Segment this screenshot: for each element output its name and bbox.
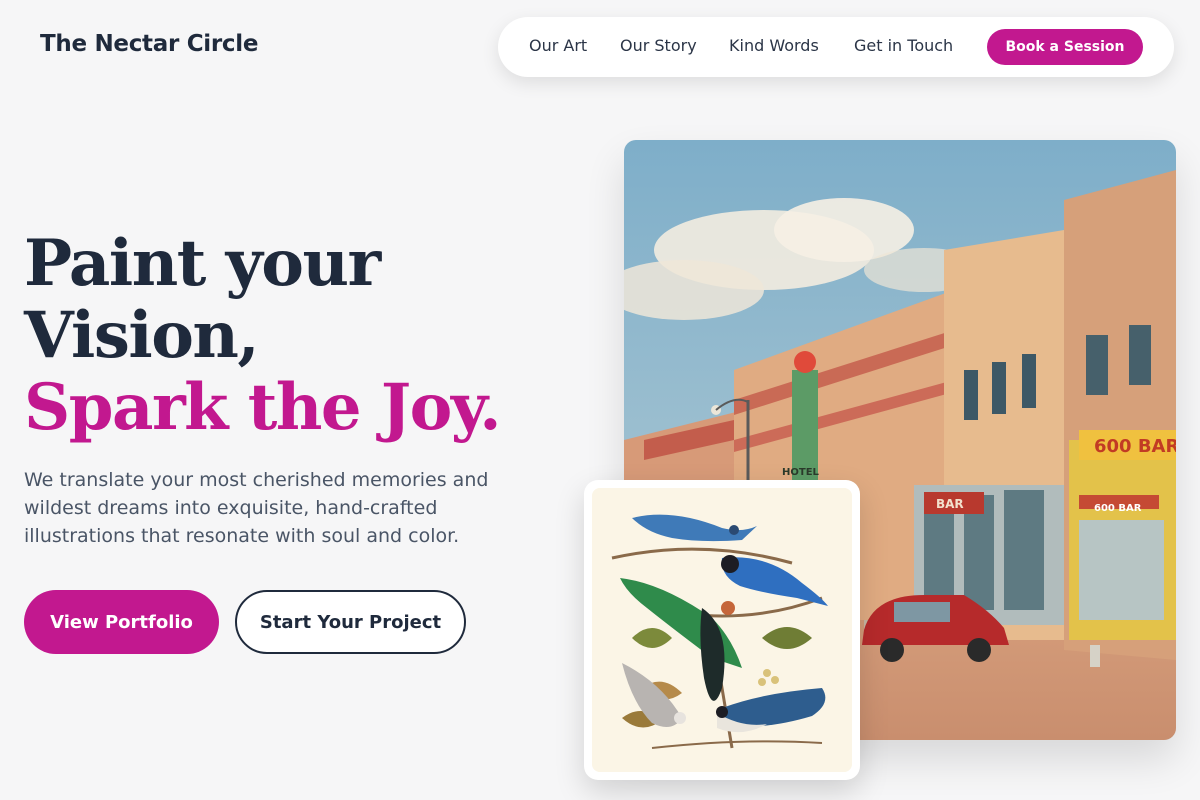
view-portfolio-button[interactable]: View Portfolio bbox=[24, 590, 219, 654]
bird-illustration bbox=[592, 488, 852, 772]
bird-illustration-card bbox=[584, 480, 860, 780]
main-nav: Our Art Our Story Kind Words Get in Touc… bbox=[498, 17, 1174, 77]
headline-accent: Spark the Joy. bbox=[24, 370, 501, 445]
sign-bar: BAR bbox=[936, 497, 964, 511]
sign-hotel: HOTEL bbox=[782, 467, 820, 478]
nav-link-get-in-touch[interactable]: Get in Touch bbox=[854, 36, 953, 55]
sign-600-bar-small: 600 BAR bbox=[1094, 503, 1142, 514]
sign-600-bar: 600 BAR bbox=[1094, 436, 1176, 457]
headline-line-2: Vision, bbox=[24, 298, 260, 373]
brand-logo[interactable]: The Nectar Circle bbox=[40, 31, 258, 57]
hero-headline: Paint your Vision, Spark the Joy. bbox=[24, 226, 501, 445]
start-project-button[interactable]: Start Your Project bbox=[235, 590, 466, 654]
nav-link-our-art[interactable]: Our Art bbox=[529, 36, 587, 55]
hero-lead-text: We translate your most cherished memorie… bbox=[24, 469, 489, 547]
nav-link-kind-words[interactable]: Kind Words bbox=[729, 36, 819, 55]
book-session-button[interactable]: Book a Session bbox=[987, 29, 1143, 65]
nav-link-our-story[interactable]: Our Story bbox=[620, 36, 697, 55]
headline-line-1: Paint your bbox=[24, 226, 381, 301]
